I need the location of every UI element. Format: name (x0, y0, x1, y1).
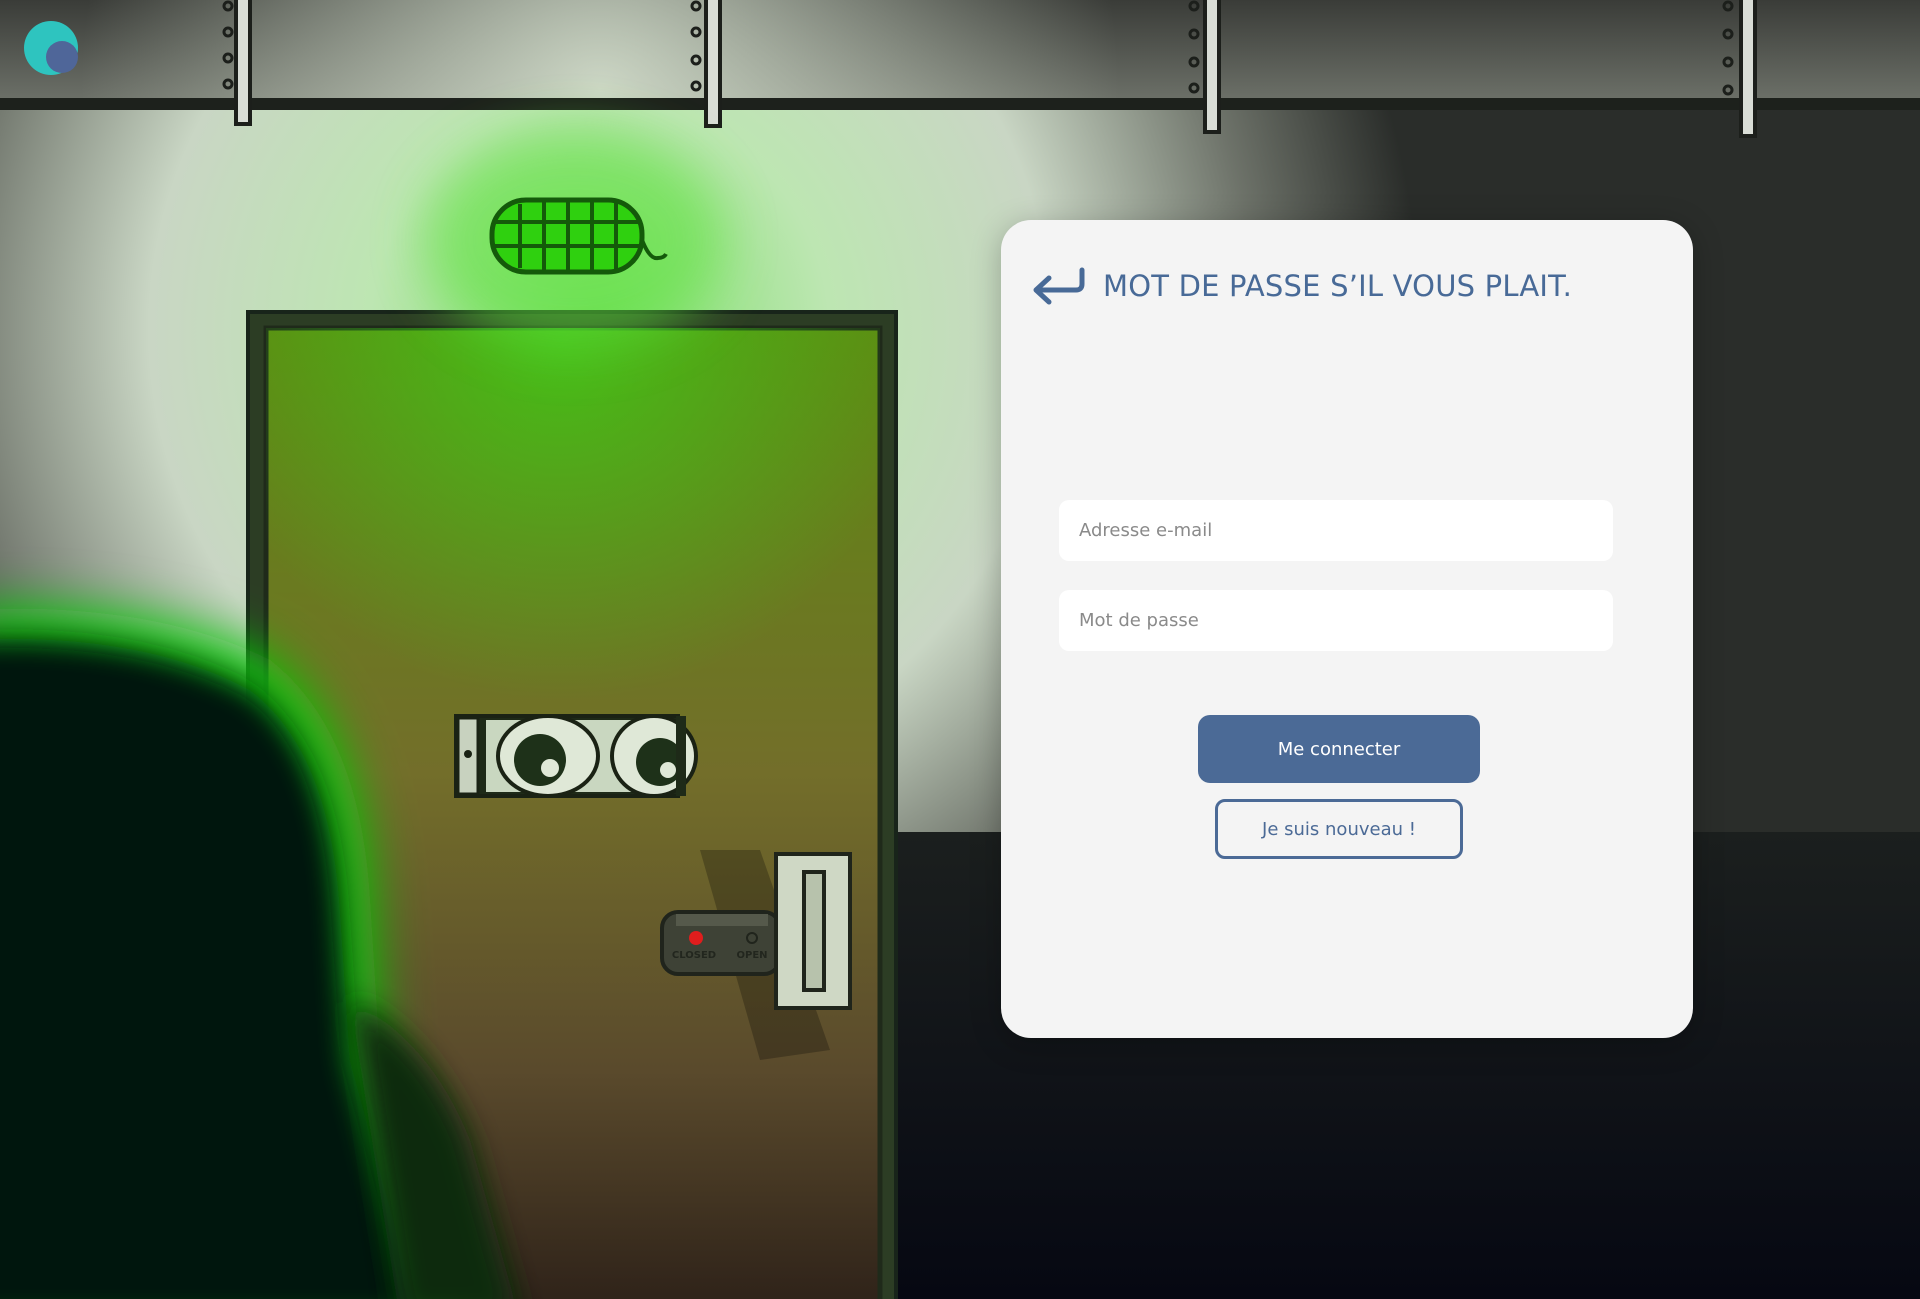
lock-open-label: OPEN (736, 950, 767, 961)
return-arrow-icon[interactable] (1029, 266, 1089, 306)
password-field[interactable] (1059, 590, 1613, 651)
signup-button[interactable]: Je suis nouveau ! (1215, 799, 1463, 859)
lock-closed-label: CLOSED (672, 950, 716, 961)
door-slot-eyes (454, 714, 698, 798)
logo-icon[interactable] (24, 20, 80, 76)
card-header: MOT DE PASSE S’IL VOUS PLAIT. (1029, 258, 1572, 314)
page-title: MOT DE PASSE S’IL VOUS PLAIT. (1103, 269, 1573, 303)
login-card: MOT DE PASSE S’IL VOUS PLAIT. Me connect… (1001, 220, 1693, 1038)
login-button[interactable]: Me connecter (1198, 715, 1480, 783)
email-field[interactable] (1059, 500, 1613, 561)
lamp-icon (424, 130, 724, 350)
